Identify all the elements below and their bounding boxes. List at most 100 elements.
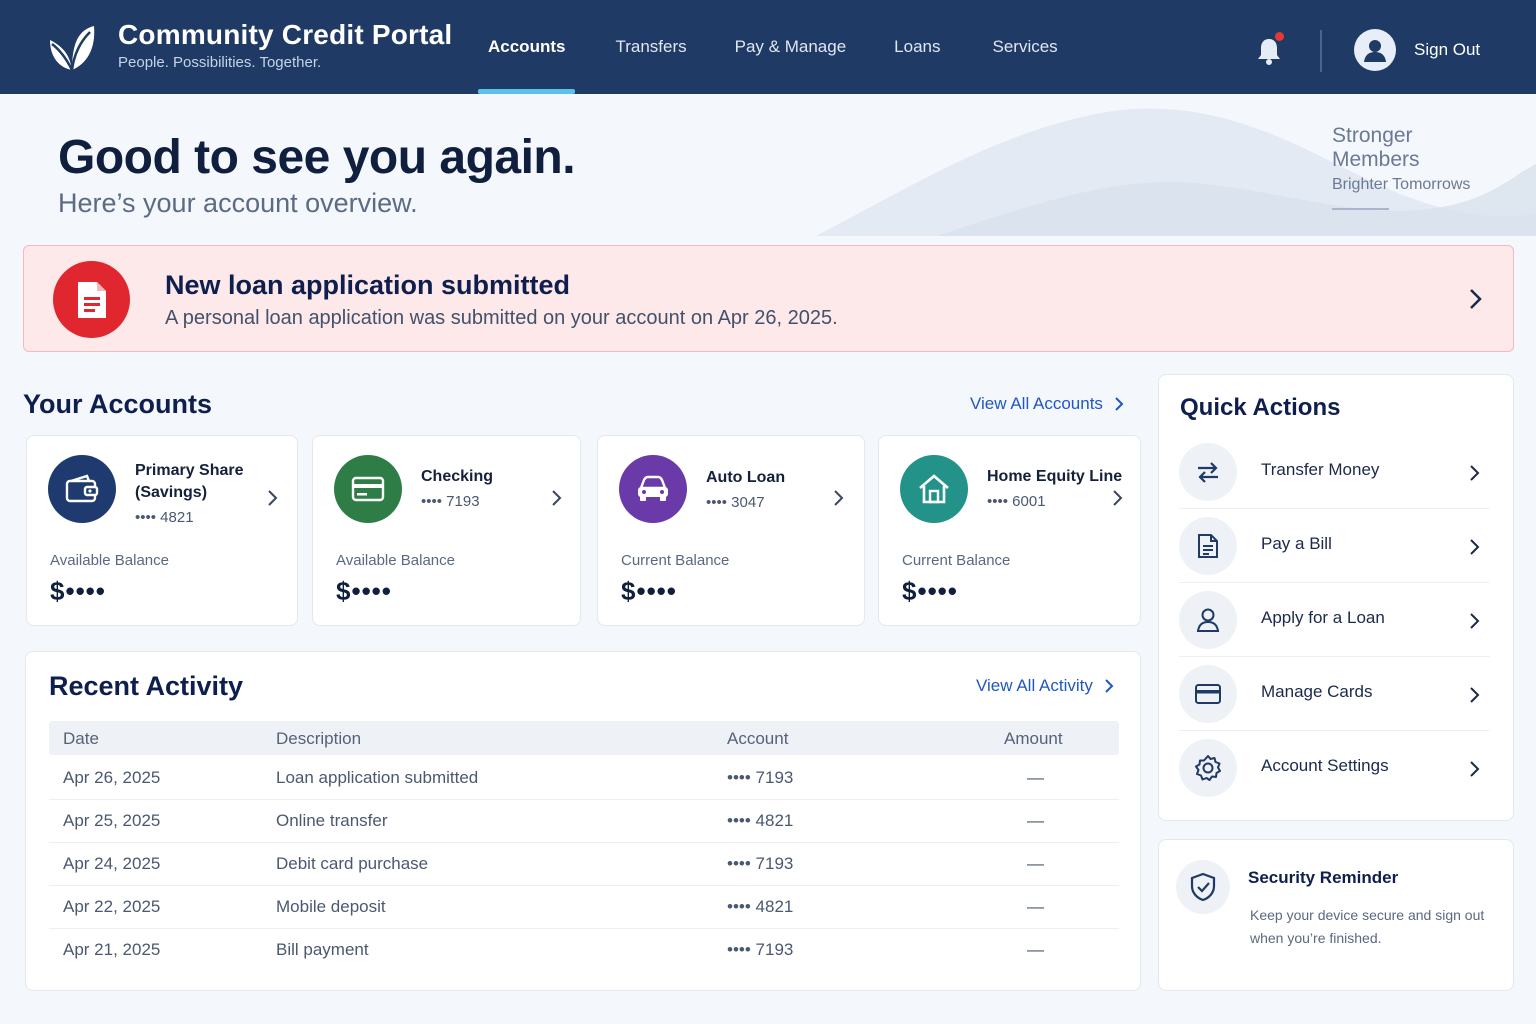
row-amount: —: [1027, 897, 1044, 916]
security-reminder-panel: Security Reminder Keep your device secur…: [1158, 839, 1514, 991]
row-account: •••• 4821: [727, 897, 794, 916]
row-account: •••• 7193: [727, 854, 794, 873]
account-name: Auto Loan: [706, 469, 786, 486]
row-date: Apr 25, 2025: [63, 811, 161, 830]
row-description: Loan application submitted: [276, 768, 479, 787]
greeting-heading: Good to see you again.: [58, 131, 576, 184]
header-divider: [1320, 30, 1322, 72]
notifications-button[interactable]: [1254, 32, 1284, 66]
row-description: Mobile deposit: [276, 897, 386, 916]
row-amount: —: [1027, 811, 1044, 830]
portal-title: Community Credit Portal: [118, 19, 453, 50]
alert-title: New loan application submitted: [165, 270, 571, 300]
quick-action-label: Pay a Bill: [1261, 534, 1332, 553]
table-row[interactable]: Apr 26, 2025 Loan application submitted …: [49, 757, 1119, 800]
account-number: •••• 7193: [421, 493, 480, 510]
column-header-date: Date: [63, 729, 99, 748]
slogan-underline: [1332, 208, 1389, 210]
column-header-amount: Amount: [1004, 729, 1063, 748]
recent-activity-panel: Recent Activity View All Activity Date D…: [25, 651, 1141, 991]
quick-action-label: Manage Cards: [1261, 682, 1373, 701]
sign-out-button[interactable]: Sign Out: [1354, 29, 1480, 71]
gear-icon: [1179, 739, 1237, 797]
view-all-activity-link[interactable]: View All Activity: [976, 676, 1115, 696]
leaf-logo-icon: [50, 26, 95, 71]
security-reminder-text: Keep your device secure and sign out whe…: [1250, 907, 1485, 946]
view-all-accounts-label: View All Accounts: [970, 394, 1103, 413]
quick-action-label: Apply for a Loan: [1261, 608, 1385, 627]
chevron-right-icon: [1470, 289, 1482, 309]
account-card-savings[interactable]: Primary Share (Savings) •••• 4821 Availa…: [26, 435, 298, 626]
nav-services[interactable]: Services: [970, 0, 1079, 94]
row-account: •••• 7193: [727, 940, 794, 959]
table-row[interactable]: Apr 21, 2025 Bill payment •••• 7193 —: [49, 929, 1119, 972]
account-name: Home Equity Line: [987, 468, 1123, 485]
account-name-line-2: (Savings): [135, 484, 208, 501]
account-card-checking[interactable]: Checking •••• 7193 Available Balance $••…: [312, 435, 581, 626]
balance-value: $••••: [336, 576, 392, 606]
slogan: Stronger Members Brighter Tomorrows: [1332, 124, 1512, 210]
balance-label: Available Balance: [336, 552, 455, 569]
apply-for-loan-button[interactable]: Apply for a Loan: [1179, 583, 1490, 657]
column-header-account: Account: [727, 729, 789, 748]
balance-value: $••••: [902, 576, 958, 606]
account-number: •••• 6001: [987, 493, 1046, 510]
account-name: Checking: [421, 468, 494, 485]
chevron-right-icon: [268, 490, 278, 506]
account-card-auto-loan[interactable]: Auto Loan •••• 3047 Current Balance $•••…: [597, 435, 865, 626]
account-card-home-equity[interactable]: Home Equity Line •••• 6001 Current Balan…: [878, 435, 1141, 626]
chevron-right-icon: [1470, 613, 1480, 629]
top-navigation-bar: Community Credit Portal People. Possibil…: [0, 0, 1536, 94]
slogan-line-2: Members: [1332, 148, 1420, 171]
chevron-right-icon: [1113, 490, 1123, 506]
quick-action-label: Transfer Money: [1261, 460, 1380, 479]
table-row[interactable]: Apr 25, 2025 Online transfer •••• 4821 —: [49, 800, 1119, 843]
nav-loans[interactable]: Loans: [872, 0, 962, 94]
activity-heading: Recent Activity: [49, 671, 244, 701]
slogan-line-3: Brighter Tomorrows: [1332, 176, 1471, 193]
chevron-right-icon: [1470, 687, 1480, 703]
account-number: •••• 3047: [706, 494, 765, 511]
table-row[interactable]: Apr 24, 2025 Debit card purchase •••• 71…: [49, 843, 1119, 886]
shield-check-icon: [1176, 860, 1230, 914]
transfer-money-button[interactable]: Transfer Money: [1179, 435, 1490, 509]
chevron-right-icon: [1470, 465, 1480, 481]
person-icon: [1179, 591, 1237, 649]
balance-label: Current Balance: [902, 552, 1011, 569]
card-icon: [334, 455, 402, 523]
view-all-accounts-link[interactable]: View All Accounts: [970, 394, 1125, 414]
alert-message: A personal loan application was submitte…: [165, 307, 838, 329]
card-icon: [1179, 665, 1237, 723]
house-icon: [900, 455, 968, 523]
main-nav: Accounts Transfers Pay & Manage Loans Se…: [466, 0, 1080, 94]
car-icon: [619, 455, 687, 523]
row-amount: —: [1027, 854, 1044, 873]
quick-actions-panel: Quick Actions Transfer Money Pay a Bill: [1158, 374, 1514, 821]
nav-accounts[interactable]: Accounts: [466, 0, 587, 94]
sign-out-label: Sign Out: [1414, 40, 1481, 59]
security-reminder-title: Security Reminder: [1248, 868, 1399, 887]
quick-actions-heading: Quick Actions: [1180, 394, 1341, 421]
nav-pay-manage[interactable]: Pay & Manage: [713, 0, 869, 94]
user-avatar-icon: [1354, 29, 1396, 71]
notification-dot: [1275, 32, 1284, 41]
row-description: Debit card purchase: [276, 854, 429, 873]
portal-tagline: People. Possibilities. Together.: [118, 54, 322, 71]
loan-application-alert[interactable]: New loan application submitted A persona…: [23, 245, 1514, 352]
row-date: Apr 26, 2025: [63, 768, 161, 787]
pay-a-bill-button[interactable]: Pay a Bill: [1179, 509, 1490, 583]
table-row[interactable]: Apr 22, 2025 Mobile deposit •••• 4821 —: [49, 886, 1119, 929]
row-date: Apr 22, 2025: [63, 897, 161, 916]
balance-value: $••••: [621, 576, 677, 606]
account-number: •••• 4821: [135, 509, 194, 526]
brand[interactable]: Community Credit Portal People. Possibil…: [44, 18, 452, 74]
row-amount: —: [1027, 940, 1044, 959]
chevron-right-icon: [1470, 539, 1480, 555]
nav-transfers[interactable]: Transfers: [593, 0, 708, 94]
account-settings-button[interactable]: Account Settings: [1179, 731, 1490, 805]
row-description: Online transfer: [276, 811, 388, 830]
document-icon: [1179, 517, 1237, 575]
row-account: •••• 4821: [727, 811, 794, 830]
wallet-icon: [48, 455, 116, 523]
manage-cards-button[interactable]: Manage Cards: [1179, 657, 1490, 731]
